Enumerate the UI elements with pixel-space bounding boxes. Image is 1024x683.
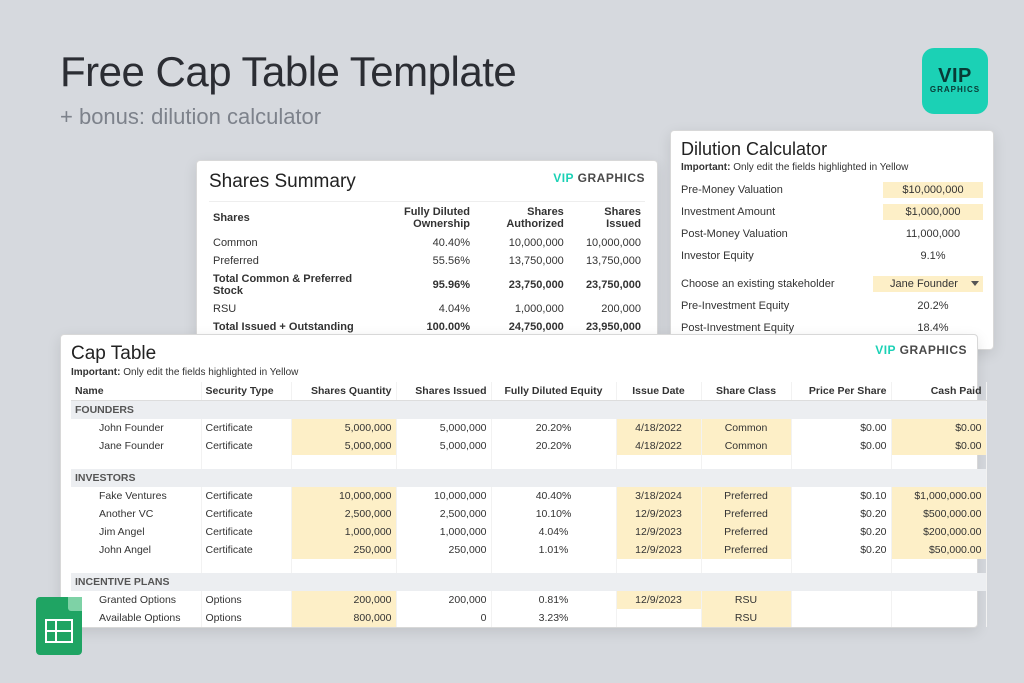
section-header: INCENTIVE PLANS xyxy=(71,573,986,591)
dilution-value[interactable]: $1,000,000 xyxy=(883,204,983,220)
table-row: John AngelCertificate250,000250,0001.01%… xyxy=(71,541,986,559)
dilution-note: Important: Only edit the fields highligh… xyxy=(681,162,983,173)
table-row: Available OptionsOptions800,00003.23%RSU xyxy=(71,609,986,627)
cap-col: Price Per Share xyxy=(791,382,891,401)
shares-col: Fully Diluted Ownership xyxy=(359,202,474,235)
table-row: Total Common & Preferred Stock95.96%23,7… xyxy=(209,270,645,300)
shares-col: Shares xyxy=(209,202,359,235)
table-row: Jane FounderCertificate5,000,0005,000,00… xyxy=(71,437,986,455)
stakeholder-select[interactable]: Jane Founder xyxy=(873,276,983,292)
chevron-down-icon xyxy=(971,281,979,286)
google-sheets-icon xyxy=(36,597,82,655)
shares-summary-title: Shares Summary xyxy=(209,171,356,193)
shares-col: Shares Issued xyxy=(568,202,645,235)
vip-badge-sub: GRAPHICS xyxy=(930,87,980,94)
page-title: Free Cap Table Template xyxy=(60,48,516,96)
dilution-row: Pre-Money Valuation$10,000,000 xyxy=(681,179,983,201)
cap-table: NameSecurity TypeShares QuantityShares I… xyxy=(71,382,987,627)
dilution-row: Investment Amount$1,000,000 xyxy=(681,201,983,223)
cap-table-panel: Cap Table Important: Only edit the field… xyxy=(60,334,978,628)
cap-col: Fully Diluted Equity xyxy=(491,382,616,401)
shares-col: Shares Authorized xyxy=(474,202,568,235)
stakeholder-label: Choose an existing stakeholder xyxy=(681,278,834,290)
cap-col: Shares Quantity xyxy=(291,382,396,401)
dilution-value[interactable]: $10,000,000 xyxy=(883,182,983,198)
cap-col: Name xyxy=(71,382,201,401)
page-subtitle: + bonus: dilution calculator xyxy=(60,104,321,130)
cap-table-note: Important: Only edit the fields highligh… xyxy=(71,367,298,378)
dilution-row: Investor Equity9.1% xyxy=(681,245,983,267)
table-row: Common40.40%10,000,00010,000,000 xyxy=(209,234,645,252)
table-row: Preferred55.56%13,750,00013,750,000 xyxy=(209,252,645,270)
table-row: Another VCCertificate2,500,0002,500,0001… xyxy=(71,505,986,523)
vip-logo: VIP GRAPHICS xyxy=(553,171,645,185)
cap-col: Cash Paid xyxy=(891,382,986,401)
dilution-value: 9.1% xyxy=(883,248,983,264)
table-row: Granted OptionsOptions200,000200,0000.81… xyxy=(71,591,986,609)
cap-table-title: Cap Table xyxy=(71,343,298,365)
cap-col: Issue Date xyxy=(616,382,701,401)
section-header: INVESTORS xyxy=(71,469,986,487)
dilution-panel: Dilution Calculator Important: Only edit… xyxy=(670,130,994,350)
dilution-row: Pre-Investment Equity20.2% xyxy=(681,295,983,317)
dilution-value: 11,000,000 xyxy=(883,226,983,242)
shares-summary-table: SharesFully Diluted OwnershipShares Auth… xyxy=(209,201,645,336)
vip-badge: VIP GRAPHICS xyxy=(922,48,988,114)
cap-col: Share Class xyxy=(701,382,791,401)
dilution-row: Post-Money Valuation11,000,000 xyxy=(681,223,983,245)
vip-badge-text: VIP xyxy=(938,68,972,85)
cap-col: Shares Issued xyxy=(396,382,491,401)
vip-logo: VIP GRAPHICS xyxy=(875,343,967,357)
stakeholder-row: Choose an existing stakeholder Jane Foun… xyxy=(681,273,983,295)
table-row: John FounderCertificate5,000,0005,000,00… xyxy=(71,419,986,437)
table-row: RSU4.04%1,000,000200,000 xyxy=(209,300,645,318)
table-row: Fake VenturesCertificate10,000,00010,000… xyxy=(71,487,986,505)
cap-col: Security Type xyxy=(201,382,291,401)
table-row: Jim AngelCertificate1,000,0001,000,0004.… xyxy=(71,523,986,541)
dilution-title: Dilution Calculator xyxy=(681,139,983,160)
shares-summary-panel: Shares Summary VIP GRAPHICS SharesFully … xyxy=(196,160,658,347)
section-header: FOUNDERS xyxy=(71,401,986,420)
